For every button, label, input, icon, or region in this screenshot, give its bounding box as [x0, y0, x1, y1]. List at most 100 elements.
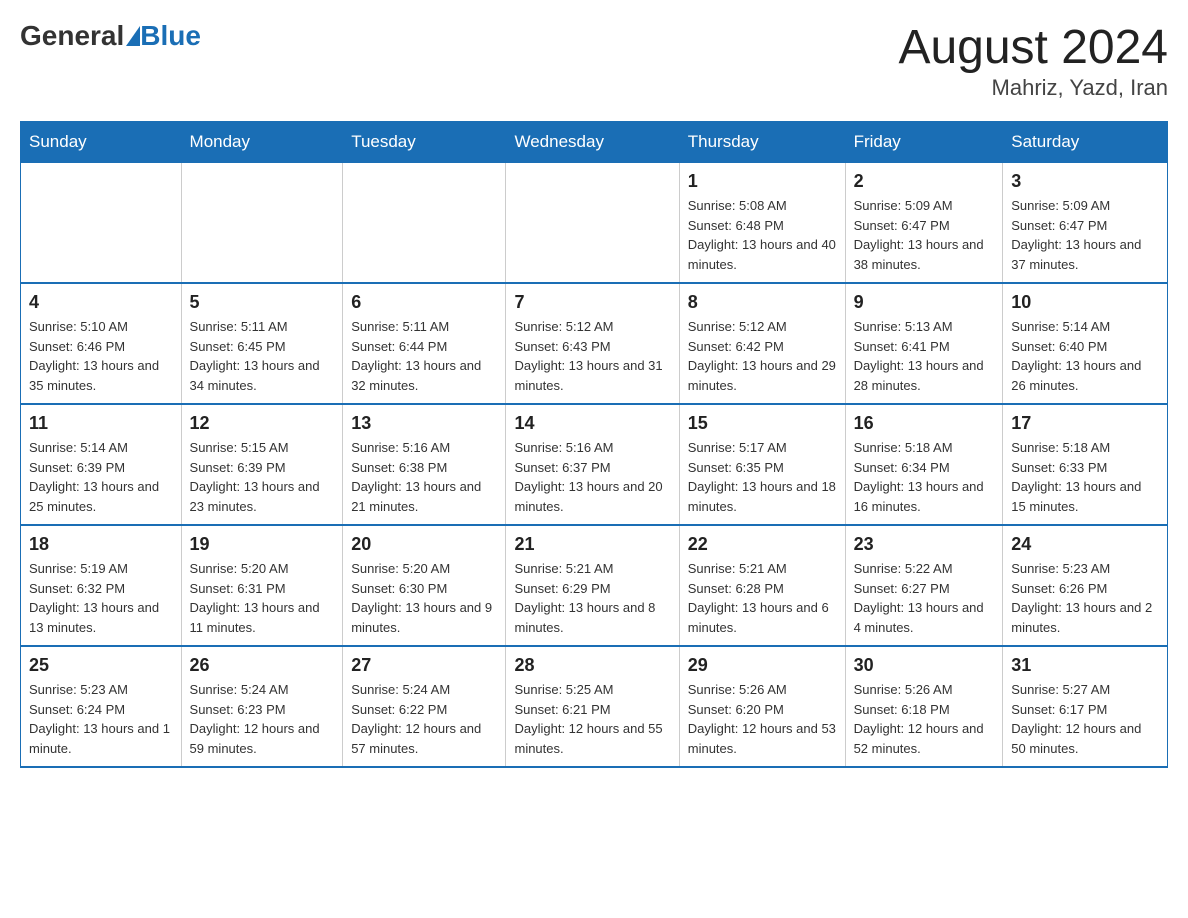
calendar-week-row: 25Sunrise: 5:23 AMSunset: 6:24 PMDayligh… — [21, 646, 1168, 767]
day-number: 11 — [29, 413, 173, 434]
calendar-day-cell: 5 Sunrise: 5:11 AMSunset: 6:45 PMDaylight… — [181, 283, 343, 404]
day-info: Sunrise: 5:26 AMSunset: 6:18 PMDaylight:… — [854, 680, 995, 758]
calendar-day-cell: 18 Sunrise: 5:19 AMSunset: 6:32 PMDayligh… — [21, 525, 182, 646]
day-number: 2 — [854, 171, 995, 192]
day-info: Sunrise: 5:13 AMSunset: 6:41 PMDaylight:… — [854, 317, 995, 395]
calendar-day-cell: 7 Sunrise: 5:12 AMSunset: 6:43 PMDaylight… — [506, 283, 679, 404]
calendar-day-cell — [21, 163, 182, 284]
day-of-week-header: Wednesday — [506, 122, 679, 163]
day-info: Sunrise: 5:20 AMSunset: 6:31 PMDaylight:… — [190, 559, 335, 637]
calendar-day-cell: 14 Sunrise: 5:16 AMSunset: 6:37 PMDayligh… — [506, 404, 679, 525]
calendar-day-cell: 29 Sunrise: 5:26 AMSunset: 6:20 PMDayligh… — [679, 646, 845, 767]
calendar-day-cell: 12Sunrise: 5:15 AMSunset: 6:39 PMDayligh… — [181, 404, 343, 525]
day-info: Sunrise: 5:21 AMSunset: 6:28 PMDaylight:… — [688, 559, 837, 637]
day-info: Sunrise: 5:21 AMSunset: 6:29 PMDaylight:… — [514, 559, 670, 637]
day-number: 24 — [1011, 534, 1159, 555]
calendar-week-row: 18 Sunrise: 5:19 AMSunset: 6:32 PMDayligh… — [21, 525, 1168, 646]
day-info: Sunrise: 5:11 AMSunset: 6:44 PMDaylight:… — [351, 317, 497, 395]
day-number: 13 — [351, 413, 497, 434]
calendar-week-row: 4 Sunrise: 5:10 AMSunset: 6:46 PMDaylight… — [21, 283, 1168, 404]
day-info: Sunrise: 5:26 AMSunset: 6:20 PMDaylight:… — [688, 680, 837, 758]
day-of-week-header: Thursday — [679, 122, 845, 163]
calendar-day-cell: 31 Sunrise: 5:27 AMSunset: 6:17 PMDayligh… — [1003, 646, 1168, 767]
day-number: 12 — [190, 413, 335, 434]
day-number: 19 — [190, 534, 335, 555]
calendar-day-cell — [506, 163, 679, 284]
day-of-week-header: Friday — [845, 122, 1003, 163]
day-number: 29 — [688, 655, 837, 676]
day-number: 27 — [351, 655, 497, 676]
day-number: 23 — [854, 534, 995, 555]
day-number: 4 — [29, 292, 173, 313]
day-number: 6 — [351, 292, 497, 313]
calendar-day-cell: 20Sunrise: 5:20 AMSunset: 6:30 PMDayligh… — [343, 525, 506, 646]
calendar-day-cell: 16Sunrise: 5:18 AMSunset: 6:34 PMDayligh… — [845, 404, 1003, 525]
location-subtitle: Mahriz, Yazd, Iran — [898, 75, 1168, 101]
day-info: Sunrise: 5:23 AMSunset: 6:24 PMDaylight:… — [29, 680, 173, 758]
calendar-week-row: 11 Sunrise: 5:14 AMSunset: 6:39 PMDayligh… — [21, 404, 1168, 525]
day-info: Sunrise: 5:27 AMSunset: 6:17 PMDaylight:… — [1011, 680, 1159, 758]
logo-triangle-icon — [126, 26, 140, 46]
day-info: Sunrise: 5:12 AMSunset: 6:42 PMDaylight:… — [688, 317, 837, 395]
day-number: 14 — [514, 413, 670, 434]
month-year-title: August 2024 — [898, 20, 1168, 75]
day-info: Sunrise: 5:25 AMSunset: 6:21 PMDaylight:… — [514, 680, 670, 758]
day-info: Sunrise: 5:11 AMSunset: 6:45 PMDaylight:… — [190, 317, 335, 395]
calendar-day-cell: 21 Sunrise: 5:21 AMSunset: 6:29 PMDayligh… — [506, 525, 679, 646]
day-info: Sunrise: 5:20 AMSunset: 6:30 PMDaylight:… — [351, 559, 497, 637]
calendar-week-row: 1Sunrise: 5:08 AMSunset: 6:48 PMDaylight… — [21, 163, 1168, 284]
day-number: 21 — [514, 534, 670, 555]
calendar-day-cell: 17 Sunrise: 5:18 AMSunset: 6:33 PMDayligh… — [1003, 404, 1168, 525]
day-number: 10 — [1011, 292, 1159, 313]
day-of-week-header: Monday — [181, 122, 343, 163]
day-info: Sunrise: 5:19 AMSunset: 6:32 PMDaylight:… — [29, 559, 173, 637]
logo-general-text: General — [20, 20, 124, 52]
calendar-day-cell: 10 Sunrise: 5:14 AMSunset: 6:40 PMDayligh… — [1003, 283, 1168, 404]
day-info: Sunrise: 5:16 AMSunset: 6:38 PMDaylight:… — [351, 438, 497, 516]
day-info: Sunrise: 5:18 AMSunset: 6:34 PMDaylight:… — [854, 438, 995, 516]
day-number: 28 — [514, 655, 670, 676]
calendar-day-cell: 9Sunrise: 5:13 AMSunset: 6:41 PMDaylight… — [845, 283, 1003, 404]
calendar-day-cell: 27 Sunrise: 5:24 AMSunset: 6:22 PMDayligh… — [343, 646, 506, 767]
calendar-day-cell: 4 Sunrise: 5:10 AMSunset: 6:46 PMDaylight… — [21, 283, 182, 404]
day-number: 26 — [190, 655, 335, 676]
day-number: 31 — [1011, 655, 1159, 676]
calendar-table: SundayMondayTuesdayWednesdayThursdayFrid… — [20, 121, 1168, 768]
day-of-week-header: Sunday — [21, 122, 182, 163]
logo-blue-text: Blue — [140, 20, 201, 52]
day-number: 7 — [514, 292, 670, 313]
day-info: Sunrise: 5:18 AMSunset: 6:33 PMDaylight:… — [1011, 438, 1159, 516]
day-info: Sunrise: 5:09 AMSunset: 6:47 PMDaylight:… — [1011, 196, 1159, 274]
day-number: 18 — [29, 534, 173, 555]
day-info: Sunrise: 5:16 AMSunset: 6:37 PMDaylight:… — [514, 438, 670, 516]
page-header: General Blue August 2024 Mahriz, Yazd, I… — [20, 20, 1168, 101]
day-of-week-header: Tuesday — [343, 122, 506, 163]
day-info: Sunrise: 5:24 AMSunset: 6:23 PMDaylight:… — [190, 680, 335, 758]
calendar-day-cell: 28 Sunrise: 5:25 AMSunset: 6:21 PMDayligh… — [506, 646, 679, 767]
day-info: Sunrise: 5:14 AMSunset: 6:39 PMDaylight:… — [29, 438, 173, 516]
day-info: Sunrise: 5:22 AMSunset: 6:27 PMDaylight:… — [854, 559, 995, 637]
day-number: 8 — [688, 292, 837, 313]
day-info: Sunrise: 5:17 AMSunset: 6:35 PMDaylight:… — [688, 438, 837, 516]
calendar-day-cell — [343, 163, 506, 284]
calendar-day-cell: 6 Sunrise: 5:11 AMSunset: 6:44 PMDaylight… — [343, 283, 506, 404]
calendar-day-cell: 13 Sunrise: 5:16 AMSunset: 6:38 PMDayligh… — [343, 404, 506, 525]
calendar-day-cell: 22 Sunrise: 5:21 AMSunset: 6:28 PMDayligh… — [679, 525, 845, 646]
day-number: 17 — [1011, 413, 1159, 434]
calendar-day-cell: 1Sunrise: 5:08 AMSunset: 6:48 PMDaylight… — [679, 163, 845, 284]
day-info: Sunrise: 5:14 AMSunset: 6:40 PMDaylight:… — [1011, 317, 1159, 395]
calendar-day-cell: 30Sunrise: 5:26 AMSunset: 6:18 PMDayligh… — [845, 646, 1003, 767]
calendar-day-cell: 11 Sunrise: 5:14 AMSunset: 6:39 PMDayligh… — [21, 404, 182, 525]
day-info: Sunrise: 5:24 AMSunset: 6:22 PMDaylight:… — [351, 680, 497, 758]
day-number: 3 — [1011, 171, 1159, 192]
day-number: 22 — [688, 534, 837, 555]
calendar-day-cell: 24 Sunrise: 5:23 AMSunset: 6:26 PMDayligh… — [1003, 525, 1168, 646]
day-info: Sunrise: 5:23 AMSunset: 6:26 PMDaylight:… — [1011, 559, 1159, 637]
calendar-day-cell: 2Sunrise: 5:09 AMSunset: 6:47 PMDaylight… — [845, 163, 1003, 284]
day-info: Sunrise: 5:08 AMSunset: 6:48 PMDaylight:… — [688, 196, 837, 274]
day-info: Sunrise: 5:12 AMSunset: 6:43 PMDaylight:… — [514, 317, 670, 395]
calendar-day-cell: 8 Sunrise: 5:12 AMSunset: 6:42 PMDaylight… — [679, 283, 845, 404]
calendar-day-cell: 25Sunrise: 5:23 AMSunset: 6:24 PMDayligh… — [21, 646, 182, 767]
day-number: 5 — [190, 292, 335, 313]
day-info: Sunrise: 5:10 AMSunset: 6:46 PMDaylight:… — [29, 317, 173, 395]
